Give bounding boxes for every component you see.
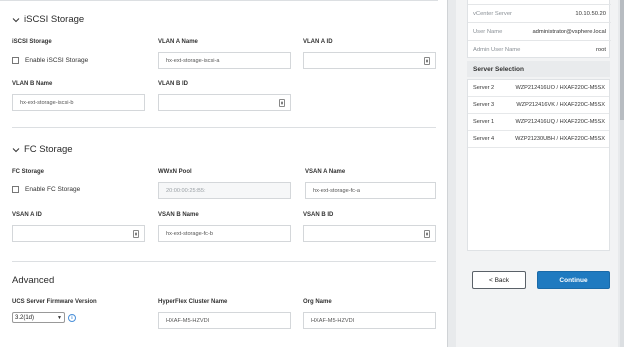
vsan-b-id-input[interactable] <box>303 225 436 242</box>
vlan-b-id-input[interactable] <box>158 94 291 111</box>
scrollbar-thumb[interactable] <box>620 0 624 120</box>
vlan-b-name-label: VLAN B Name <box>12 81 53 87</box>
summary-value: 10.10.50.20 <box>575 10 606 17</box>
summary-value: root <box>596 46 606 53</box>
section-divider <box>12 127 436 128</box>
advanced-section-title: Advanced <box>12 275 55 286</box>
summary-row: vCenter Server 10.10.50.20 <box>468 4 611 22</box>
summary-value: administrator@vsphere.local <box>532 28 606 35</box>
vlan-a-id-input[interactable] <box>303 52 436 69</box>
vlan-a-name-label: VLAN A Name <box>158 39 198 45</box>
checkbox-box[interactable] <box>12 57 19 64</box>
spinner-icon[interactable] <box>424 230 430 238</box>
server-name: Server 4 <box>473 136 495 142</box>
iscsi-section-title: iSCSI Storage <box>24 14 85 25</box>
continue-button[interactable]: Continue <box>537 271 610 289</box>
section-divider <box>12 261 436 262</box>
server-model: WZP212416UQ / HXAF220C-M5SX <box>515 119 605 125</box>
list-item[interactable]: Server 3 WZP212416VK / HXAF220C-M5SX <box>468 97 609 114</box>
top-divider <box>0 0 438 1</box>
scrollbar[interactable] <box>620 0 624 347</box>
server-name: Server 2 <box>473 85 495 91</box>
vlan-a-id-label: VLAN A ID <box>303 39 333 45</box>
chevron-down-icon <box>12 147 20 152</box>
fc-section-title: FC Storage <box>24 144 73 155</box>
vsan-a-id-label: VSAN A ID <box>12 212 42 218</box>
server-model: WZP212416VK / HXAF220C-M5SX <box>516 102 605 108</box>
vsan-b-name-input[interactable]: hx-ext-storage-fc-b <box>158 225 291 242</box>
list-item[interactable]: Server 4 WZP21230UBH / HXAF220C-M5SX <box>468 131 609 148</box>
vsan-a-id-input[interactable] <box>12 225 145 242</box>
checkbox-box[interactable] <box>12 186 19 193</box>
spinner-icon[interactable] <box>424 57 430 65</box>
summary-row: Admin User Name root <box>468 40 611 58</box>
vlan-b-id-label: VLAN B ID <box>158 81 188 87</box>
panel-divider <box>447 0 448 347</box>
list-item[interactable]: Server 1 WZP212416UQ / HXAF220C-M5SX <box>468 114 609 131</box>
enable-fc-checkbox[interactable]: Enable FC Storage <box>12 186 80 193</box>
firmware-version-select[interactable]: 3.2(1d) ▼ <box>12 312 65 323</box>
spinner-icon[interactable] <box>279 99 285 107</box>
firmware-version-value: 3.2(1d) <box>15 314 35 321</box>
enable-iscsi-checkbox[interactable]: Enable iSCSI Storage <box>12 57 88 64</box>
summary-row: User Name administrator@vsphere.local <box>468 22 611 40</box>
vsan-b-name-label: VSAN B Name <box>158 212 199 218</box>
spinner-icon[interactable] <box>133 230 139 238</box>
chevron-down-icon <box>12 17 20 22</box>
vsan-a-name-input[interactable]: hx-ext-storage-fc-a <box>305 182 436 199</box>
cluster-name-input[interactable]: HXAF-M5-HZVDI <box>158 312 291 329</box>
config-form: iSCSI Storage iSCSI Storage Enable iSCSI… <box>0 0 447 347</box>
fc-section-header[interactable]: FC Storage <box>12 144 73 155</box>
iscsi-section-header[interactable]: iSCSI Storage <box>12 14 84 25</box>
summary-key: vCenter Server <box>473 10 512 17</box>
firmware-version-label: UCS Server Firmware Version <box>12 299 97 305</box>
summary-key: User Name <box>473 28 503 35</box>
vsan-a-name-label: VSAN A Name <box>305 169 346 175</box>
server-list: Server 2 WZP212416UO / HXAF220C-M5SX Ser… <box>467 79 610 251</box>
server-model: WZP212416UO / HXAF220C-M5SX <box>515 85 605 91</box>
vlan-a-name-input[interactable]: hx-ext-storage-iscsi-a <box>158 52 291 69</box>
credentials-summary: vCenter Server 10.10.50.20 User Name adm… <box>467 0 611 58</box>
vsan-b-id-label: VSAN B ID <box>303 212 334 218</box>
wwxn-pool-label: WWxN Pool <box>158 169 192 175</box>
back-button[interactable]: < Back <box>472 271 526 289</box>
org-name-label: Org Name <box>303 299 332 305</box>
wwxn-pool-input[interactable]: 20:00:00:25:B5: <box>158 182 291 199</box>
server-name: Server 3 <box>473 102 495 108</box>
chevron-down-icon: ▼ <box>57 315 62 321</box>
cluster-name-label: HyperFlex Cluster Name <box>158 299 228 305</box>
enable-fc-label: Enable FC Storage <box>25 186 81 193</box>
summary-panel: vCenter Server 10.10.50.20 User Name adm… <box>456 0 618 347</box>
vlan-b-name-input[interactable]: hx-ext-storage-iscsi-b <box>12 94 145 111</box>
enable-iscsi-label: Enable iSCSI Storage <box>25 57 89 64</box>
server-name: Server 1 <box>473 119 495 125</box>
server-selection-title: Server Selection <box>467 61 610 77</box>
list-item[interactable]: Server 2 WZP212416UO / HXAF220C-M5SX <box>468 80 609 97</box>
info-icon[interactable]: i <box>68 314 76 322</box>
org-name-input[interactable]: HXAF-M5-HZVDI <box>303 312 436 329</box>
server-model: WZP21230UBH / HXAF220C-M5SX <box>515 136 605 142</box>
iscsi-storage-label: iSCSI Storage <box>12 39 52 45</box>
fc-storage-label: FC Storage <box>12 169 45 175</box>
summary-key: Admin User Name <box>473 46 521 53</box>
